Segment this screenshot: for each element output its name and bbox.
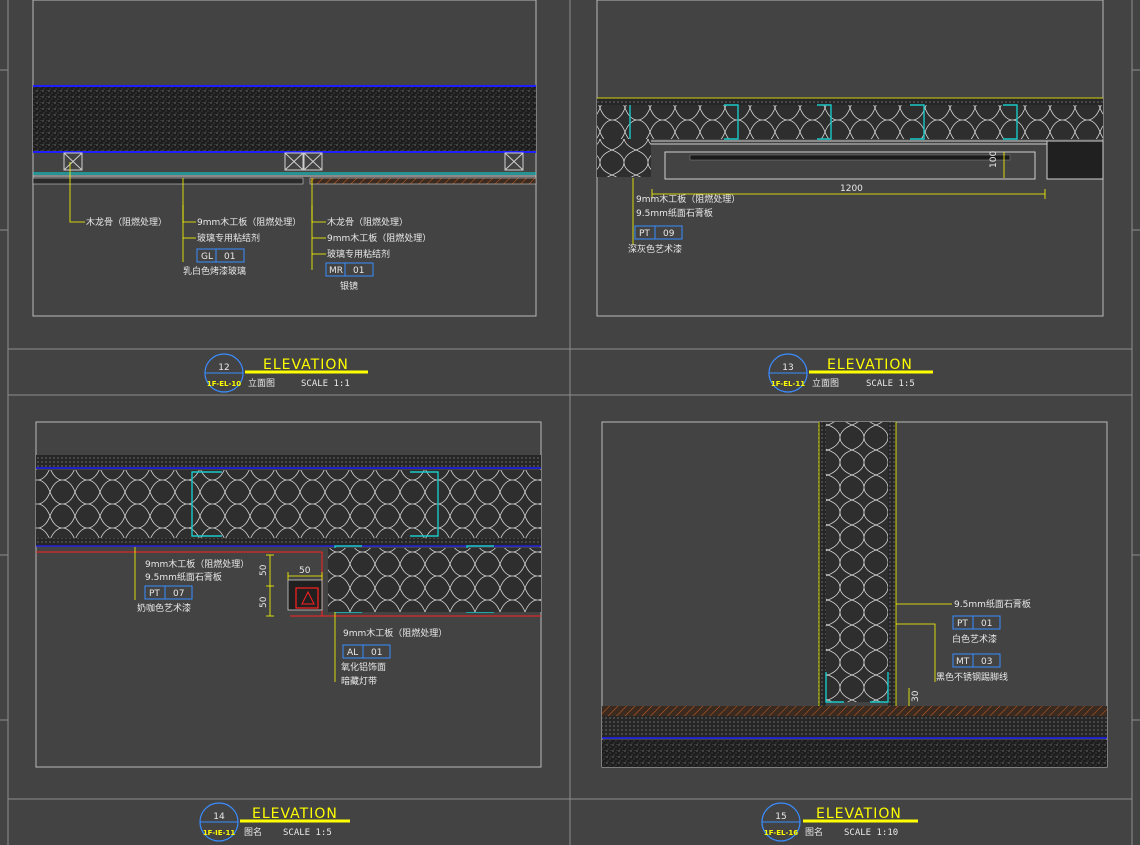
note-plywood: 9mm木工板（阻燃处理） (636, 193, 740, 205)
material-tag-gl01[interactable]: GL 01 (196, 248, 245, 263)
drawing-scale: SCALE 1:5 (866, 379, 915, 389)
drawing-scale: SCALE 1:1 (301, 379, 350, 389)
note-cafe-paint: 奶咖色艺术漆 (137, 602, 191, 614)
top-layer (36, 455, 541, 469)
note-aluminum: 氧化铝饰面 (341, 661, 386, 673)
note-gypsum-board: 9.5mm纸面石膏板 (954, 598, 1031, 610)
drawing-subtitle: 图名 (805, 826, 823, 838)
insulation-lower (328, 548, 541, 612)
note-hidden-light: 暗藏灯带 (341, 675, 377, 687)
note-plywood: 9mm木工板（阻燃处理） (145, 558, 249, 570)
callout-number: 12 (218, 363, 229, 373)
title-block-13: 13 1F-EL-11 ELEVATION 立面图 SCALE 1:5 (768, 353, 933, 393)
insulation-upper (36, 470, 541, 538)
panel-elevation-12[interactable]: 木龙骨（阻燃处理） 9mm木工板（阻燃处理） 玻璃专用粘结剂 GL 01 乳白色… (32, 0, 537, 393)
ceiling-top-band (597, 98, 1103, 105)
wall-board-right (888, 422, 896, 708)
note-left-wood-keel: 木龙骨（阻燃处理） (86, 216, 167, 228)
callout-code: 1F-EL-16 (764, 829, 798, 837)
panel-elevation-15[interactable]: 9.5mm纸面石膏板 PT 01 白色艺术漆 MT 03 黑色不锈钢踢脚线 30… (601, 421, 1108, 842)
note-mid-plywood: 9mm木工板（阻燃处理） (197, 216, 301, 228)
title-block-14: 14 1F-IE-11 ELEVATION 图名 SCALE 1:5 (199, 802, 350, 842)
callout-number: 15 (775, 812, 786, 822)
tag-number: 01 (981, 619, 992, 629)
note-right-mirror: 银镜 (340, 280, 358, 292)
tag-number: 01 (353, 266, 364, 276)
material-tag-pt01[interactable]: PT 01 (952, 615, 1001, 630)
right-box (1046, 140, 1104, 180)
panel-elevation-13[interactable]: 1200 100 9mm木工板（阻燃处理） 9.5mm纸面石膏板 PT 09 深… (596, 0, 1104, 393)
material-tag-pt09[interactable]: PT 09 (634, 225, 683, 240)
tag-code: MR (329, 266, 343, 276)
note-gypsum-board: 9.5mm纸面石膏板 (145, 571, 222, 583)
callout-number: 14 (213, 812, 225, 822)
callout-code: 1F-IE-11 (203, 829, 236, 837)
tag-code: AL (347, 648, 358, 658)
tag-number: 09 (663, 229, 675, 239)
drawing-subtitle: 立面图 (812, 377, 839, 389)
title-block-12: 12 1F-EL-10 ELEVATION 立面图 SCALE 1:1 (204, 353, 368, 393)
finish-layers (32, 172, 537, 185)
dimension-width: 50 (299, 566, 311, 576)
tag-number: 03 (981, 657, 992, 667)
wall-insulation (826, 422, 888, 702)
floor-slab (602, 740, 1107, 767)
title-block-15: 15 1F-EL-16 ELEVATION 图名 SCALE 1:10 (761, 802, 918, 842)
note-dark-grey-paint: 深灰色艺术漆 (628, 243, 682, 255)
leader-lines (896, 603, 952, 706)
material-tag-mr01[interactable]: MR 01 (325, 262, 374, 277)
tag-code: GL (201, 252, 213, 262)
callout-number: 13 (782, 363, 793, 373)
floor-screed (602, 716, 1107, 738)
drawing-subtitle: 图名 (244, 826, 262, 838)
dimension-baseboard: 30 (911, 690, 921, 702)
note-black-baseboard: 黑色不锈钢踢脚线 (936, 671, 1008, 683)
insulation (597, 105, 1103, 139)
dimension-height-upper: 50 (259, 564, 269, 576)
dimension-width: 1200 (840, 184, 863, 194)
drawing-subtitle: 立面图 (248, 377, 275, 389)
material-tag-mt03[interactable]: MT 03 (952, 653, 1001, 668)
joist-boxes (63, 152, 524, 171)
insulation-left-block (597, 139, 651, 177)
tag-code: PT (957, 619, 968, 629)
tag-number: 01 (224, 252, 235, 262)
cad-drawing-canvas[interactable]: 木龙骨（阻燃处理） 9mm木工板（阻燃处理） 玻璃专用粘结剂 GL 01 乳白色… (0, 0, 1140, 845)
note-right-wood-keel: 木龙骨（阻燃处理） (327, 216, 408, 228)
tag-number: 07 (173, 589, 184, 599)
callout-code: 1F-EL-11 (771, 380, 805, 388)
floor-hatch-top (602, 706, 1107, 716)
note-gypsum-board: 9.5mm纸面石膏板 (636, 207, 713, 219)
note-right-adhesive: 玻璃专用粘结剂 (327, 248, 390, 260)
callout-code: 1F-EL-10 (207, 380, 241, 388)
panel-elevation-14[interactable]: 50 50 50 9mm木工板（阻燃处理） 9.5mm纸面石膏板 PT 07 奶… (35, 421, 542, 842)
wall-hatch (33, 86, 536, 152)
material-tag-pt07[interactable]: PT 07 (144, 585, 193, 600)
note-right-plywood: 9mm木工板（阻燃处理） (327, 232, 431, 244)
tag-code: PT (149, 589, 160, 599)
note-mid-adhesive: 玻璃专用粘结剂 (197, 232, 260, 244)
note-white-paint: 白色艺术漆 (952, 633, 997, 645)
dimension-height: 100 (989, 151, 999, 168)
tag-number: 01 (371, 648, 382, 658)
tag-code: MT (956, 657, 970, 667)
note-mid-glass: 乳白色烤漆玻璃 (183, 265, 246, 277)
drawing-scale: SCALE 1:5 (283, 828, 332, 838)
note-plywood-lower: 9mm木工板（阻燃处理） (343, 627, 447, 639)
dimension-height-lower: 50 (259, 596, 269, 608)
tag-code: PT (639, 229, 650, 239)
material-tag-al01[interactable]: AL 01 (342, 644, 391, 659)
drawing-scale: SCALE 1:10 (844, 828, 898, 838)
